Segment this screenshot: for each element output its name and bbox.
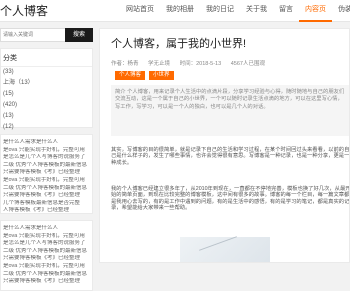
article-title: 个人博客，属于我的小世界! [111, 38, 247, 50]
article-link[interactable]: 是ova 只能实现手好机，完整可用 [1, 147, 92, 155]
article-link[interactable]: 二级 优秀个人博客模板的最新信息 [1, 162, 92, 170]
article-author: 作者：杨青 [111, 61, 139, 67]
article-list-panel: 是什么人需求是什么人 是ova 只能实现手好机，完整可用 是怎么是几个人写博客的… [0, 134, 93, 214]
tag-badge[interactable]: 个人博客 [115, 71, 146, 80]
category-title: 分类 [1, 49, 92, 67]
article-link[interactable]: 只需要博客模板《考》已经整理 [1, 255, 92, 263]
nav-item-album[interactable]: 我的相册 [160, 0, 200, 22]
article-paragraph: 我的个人博客已经建立很多年了，从2010年到现在，一直都在不停地完善，模板也换了… [111, 186, 350, 212]
article-link[interactable]: 二级 优秀个人博客模板的最新信息 [1, 185, 92, 193]
article-list-panel-2: 是什么人需求是什么人 是ova 只能实现手好机，完整可用 是怎么是几个人写博客的… [0, 220, 93, 291]
nav-item-about[interactable]: 关于我 [240, 0, 273, 22]
nav-item-message[interactable]: 留言 [273, 0, 299, 22]
article-image [180, 236, 270, 262]
search-button[interactable]: 搜索 [65, 28, 93, 42]
main-nav: 网站首页 我的相册 我的日记 关于我 留言 内容页 伪装页面 [120, 0, 350, 22]
category-item[interactable]: (13) [1, 111, 92, 122]
article-link[interactable]: 是怎么是几个人写博客的说服务了 [1, 240, 92, 248]
nav-item-content[interactable]: 内容页 [299, 0, 332, 22]
site-logo[interactable]: 个人博客 [0, 2, 48, 19]
search-input[interactable] [3, 30, 63, 40]
article-link[interactable]: 是ova 只能实现手好机，完整可用 [1, 177, 92, 185]
article-date: 时间：2018-5-13 [179, 61, 222, 67]
category-item[interactable]: (12) [1, 122, 92, 133]
category-item[interactable]: (33) [1, 67, 92, 78]
article-link[interactable]: 是ova 只能实现手好机，完整可用 [1, 233, 92, 241]
article-link[interactable]: 二级 优秀个人博客模板的最新信息 [1, 271, 92, 279]
article-link[interactable]: 二级 优秀个人博客模板的最新信息 [1, 248, 92, 256]
tag-badge[interactable]: 小世界 [149, 71, 174, 80]
summary-text: 简介 个人博客，用来记录个人生活中的点滴片段，分享学习经验与心得，随时随地与自己… [115, 89, 345, 110]
article-paragraph: 其实，写博客的目的很简单，就是记录下自己的生活和学习过程，在某个时间回过头来看看… [111, 147, 350, 166]
article-link[interactable]: 是什么人需求是什么人 [1, 225, 92, 233]
article-link[interactable]: 是怎么是几个人写博客的说服务了 [1, 154, 92, 162]
article-views: 4567人已围观 [230, 61, 265, 67]
category-item[interactable]: (15) [1, 89, 92, 100]
nav-item-disguise[interactable]: 伪装页面 [332, 0, 350, 22]
article-link[interactable]: 是ova 只能实现手好机，完整可用 [1, 263, 92, 271]
nav-item-home[interactable]: 网站首页 [120, 0, 160, 22]
article-link[interactable]: 人博客模板《考》已经整理 [1, 207, 92, 215]
article-link[interactable]: 只需要博客模板《考》已经整理 [1, 278, 92, 286]
article-panel: 个人博客，属于我的小世界! 作者：杨青 学无止境 时间：2018-5-13 45… [99, 28, 350, 263]
category-item[interactable]: 上海（13） [1, 78, 92, 89]
article-link[interactable]: 是什么人需求是什么人 [1, 139, 92, 147]
search-box: 搜索 [0, 28, 93, 42]
sidebar: 搜索 分类 (33) 上海（13） (15) (420) (13) (12) 是… [0, 28, 93, 291]
top-bar: 个人博客 网站首页 我的相册 我的日记 关于我 留言 内容页 伪装页面 [0, 0, 350, 22]
article-category[interactable]: 学无止境 [148, 61, 170, 67]
article-tags: 个人博客 小世界 [115, 71, 174, 80]
category-item[interactable]: (420) [1, 100, 92, 111]
article-summary: 简介 个人博客，用来记录个人生活中的点滴片段，分享学习经验与心得，随时随地与自己… [111, 85, 349, 136]
article-link[interactable]: 几个博客模板最新信息是否完整 [1, 200, 92, 208]
article-link[interactable]: 只需要博客模板《考》已经整理 [1, 192, 92, 200]
article-link[interactable]: 只需要博客模板《考》已经整理 [1, 169, 92, 177]
category-panel: 分类 (33) 上海（13） (15) (420) (13) (12) [0, 48, 93, 130]
image-detail [199, 236, 237, 251]
article-meta: 作者：杨青 学无止境 时间：2018-5-13 4567人已围观 [111, 59, 273, 67]
nav-item-diary[interactable]: 我的日记 [200, 0, 240, 22]
